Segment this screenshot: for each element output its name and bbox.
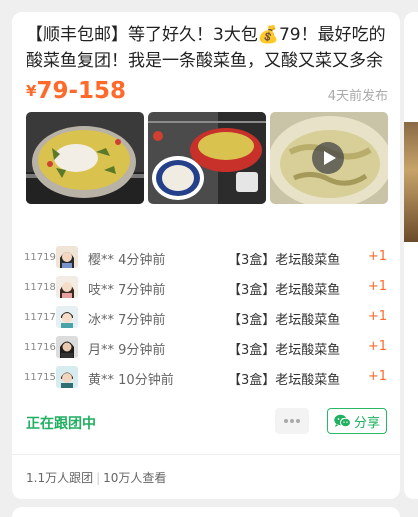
order-quantity: +1	[367, 279, 387, 294]
views-count: 10万人查看	[103, 471, 167, 485]
order-id: 11719	[24, 252, 56, 263]
top-strip	[0, 0, 418, 12]
stats-line: 1.1万人跟团 | 10万人查看	[26, 469, 166, 486]
product-name: 【3盒】老坛酸菜鱼	[228, 343, 341, 358]
user-and-time: 黄** 10分钟前	[88, 369, 174, 388]
user-and-time: 樱** 4分钟前	[88, 249, 165, 268]
order-row: 11718 吱** 7分钟前 【3盒】老坛酸菜鱼 +1	[12, 274, 400, 304]
user-and-time: 冰** 7分钟前	[88, 309, 165, 328]
followers-count: 1.1万人跟团	[26, 471, 94, 485]
order-quantity: +1	[367, 309, 387, 324]
avatar	[56, 336, 78, 358]
username: 月**	[88, 343, 115, 358]
avatar	[56, 276, 78, 298]
avatar	[56, 366, 78, 388]
stats-separator: |	[96, 471, 101, 485]
order-quantity: +1	[367, 369, 387, 384]
order-id: 11716	[24, 342, 56, 353]
username: 黄**	[88, 373, 115, 388]
username: 吱**	[88, 283, 115, 298]
order-row: 11717 冰** 7分钟前 【3盒】老坛酸菜鱼 +1	[12, 304, 400, 334]
order-row: 11716 月** 9分钟前 【3盒】老坛酸菜鱼 +1	[12, 334, 400, 364]
order-time: 4分钟前	[118, 253, 166, 268]
more-dot	[296, 419, 300, 423]
order-time: 7分钟前	[118, 313, 166, 328]
order-id: 11715	[24, 372, 56, 383]
product-name: 【3盒】老坛酸菜鱼	[228, 313, 341, 328]
order-time: 10分钟前	[118, 373, 174, 388]
avatar	[56, 306, 78, 328]
next-card-bottom-peek[interactable]	[12, 507, 400, 517]
more-button[interactable]	[275, 408, 309, 434]
user-and-time: 月** 9分钟前	[88, 339, 165, 358]
video-play-icon[interactable]	[312, 142, 344, 174]
photo-3-video[interactable]	[270, 112, 388, 204]
order-row: 11719 樱** 4分钟前 【3盒】老坛酸菜鱼 +1	[12, 244, 400, 274]
post-title[interactable]: 【顺丰包邮】等了好久！3大包💰79！最好吃的酸菜鱼复团！我是一条酸菜鱼，又酸又菜…	[26, 22, 388, 74]
order-id: 11718	[24, 282, 56, 293]
user-and-time: 吱** 7分钟前	[88, 279, 165, 298]
posted-time: 4天前发布	[327, 89, 388, 104]
price-symbol: ¥	[26, 82, 37, 100]
order-quantity: +1	[367, 249, 387, 264]
order-time: 7分钟前	[118, 283, 166, 298]
order-quantity: +1	[367, 339, 387, 354]
next-card-peek[interactable]	[404, 12, 418, 499]
product-name: 【3盒】老坛酸菜鱼	[228, 283, 341, 298]
share-label: 分享	[353, 415, 380, 431]
group-buy-card[interactable]: 【顺丰包邮】等了好久！3大包💰79！最好吃的酸菜鱼复团！我是一条酸菜鱼，又酸又菜…	[12, 12, 400, 499]
avatar	[56, 246, 78, 268]
more-dots-icon	[284, 419, 288, 423]
order-row: 11715 黄** 10分钟前 【3盒】老坛酸菜鱼 +1	[12, 364, 400, 394]
product-name: 【3盒】老坛酸菜鱼	[228, 373, 341, 388]
username: 冰**	[88, 313, 115, 328]
photo-1-fish-pot[interactable]	[26, 112, 144, 204]
next-card-image	[404, 122, 418, 242]
price-range: 79-158	[36, 78, 127, 104]
more-dot	[290, 419, 294, 423]
price: ¥79-158	[26, 78, 126, 104]
following-status[interactable]: 正在跟团中	[26, 413, 96, 433]
divider	[12, 454, 400, 455]
username: 樱**	[88, 253, 115, 268]
photo-2-cooking[interactable]	[148, 112, 266, 204]
photo-gallery	[26, 112, 388, 204]
order-id: 11717	[24, 312, 56, 323]
wechat-icon	[334, 414, 351, 428]
share-button[interactable]: 分享	[327, 408, 387, 434]
product-name: 【3盒】老坛酸菜鱼	[228, 253, 341, 268]
order-time: 9分钟前	[118, 343, 166, 358]
